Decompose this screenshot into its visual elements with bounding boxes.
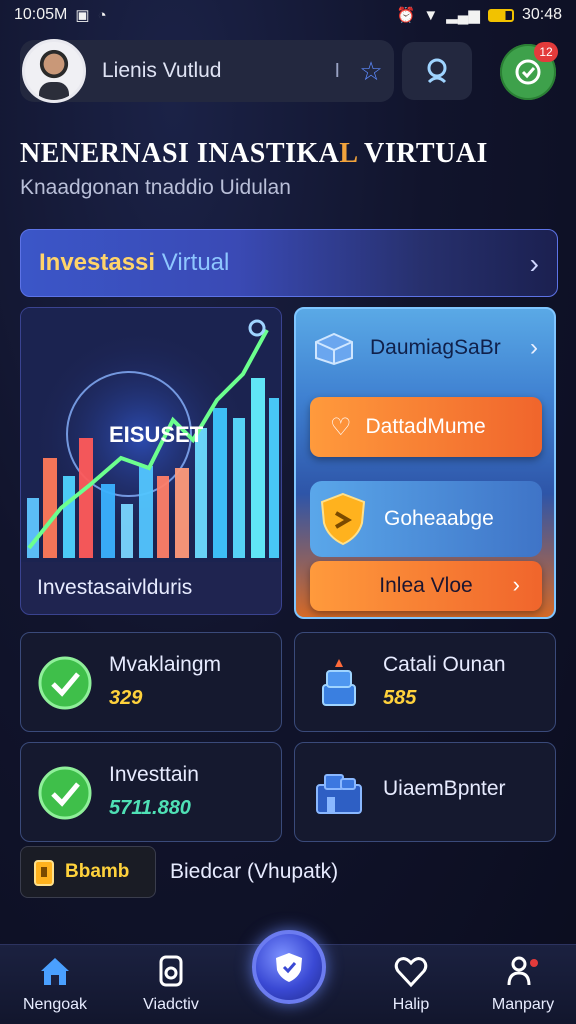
feature-card-label: Investasaivlduris — [37, 576, 193, 599]
page-subtitle: Knaadgonan tnaddio Uidulan — [20, 176, 291, 199]
feature-card[interactable]: EISUSET Investasaivlduris — [20, 307, 282, 615]
stat-value: 5711.880 — [109, 797, 191, 819]
wallet-icon — [34, 860, 54, 886]
package-icon — [315, 332, 353, 366]
page-title-tail: VIRTUAI — [357, 138, 488, 169]
shield-icon — [320, 492, 366, 546]
nav-item-help[interactable]: Halip — [356, 945, 466, 1024]
text-cursor: I — [334, 59, 340, 82]
signal-icon: ▂▄▆ — [446, 7, 480, 24]
side-row-link[interactable]: DaumiagSaBr › — [296, 319, 554, 377]
sync-icon: ◔ — [97, 6, 107, 24]
search-icon — [427, 58, 447, 84]
center-action-button[interactable] — [252, 930, 326, 1004]
heart-icon — [394, 957, 428, 988]
user-name: Lienis Vutlud — [102, 59, 222, 82]
investment-banner[interactable]: Investassi Virtual › — [20, 229, 558, 297]
status-right: ⏰ ▼ ▂▄▆ 30:48 — [397, 6, 562, 24]
people-icon — [507, 956, 538, 986]
stat-card[interactable]: Mvaklaingm 329 — [20, 632, 282, 732]
stat-title: Mvaklaingm — [109, 653, 222, 676]
favorite-button-label: DattadMume — [365, 415, 486, 438]
security-option-label: Goheaabge — [384, 507, 494, 530]
gallery-icon: ▣ — [75, 7, 90, 24]
stat-card[interactable]: Investtain 5711.880 — [20, 742, 282, 842]
search-button[interactable] — [402, 42, 472, 100]
view-more-button[interactable]: Inlea Vloe › — [310, 561, 542, 611]
stat-title: Investtain — [109, 763, 199, 786]
page-title: NENERNASI INASTIKAL VIRTUAI — [20, 138, 488, 170]
nav-item-company[interactable]: Manpary — [468, 945, 576, 1024]
stat-card[interactable]: UiaemBpnter — [294, 742, 556, 842]
banner-label-main: Investassi — [39, 249, 162, 276]
nav-label: Viadctiv — [143, 996, 199, 1013]
security-option[interactable]: Goheaabge — [310, 481, 542, 557]
wallet-chip[interactable]: Bbamb — [20, 846, 156, 898]
chart-illustration: EISUSET — [21, 308, 281, 562]
warehouse-icon — [316, 774, 362, 814]
notification-count: 12 — [534, 42, 558, 62]
banner-label-accent: Virtual — [161, 249, 230, 276]
status-left: 10:05M ▣ ◔ — [14, 6, 107, 24]
banner-label: Investassi Virtual — [39, 249, 229, 277]
chevron-right-icon: › — [512, 572, 520, 597]
battery-icon — [487, 8, 514, 22]
bottom-link[interactable]: Biedcar (Vhupatk) — [170, 860, 338, 884]
favorite-button[interactable]: ♡ DattadMume — [310, 397, 542, 457]
stack-boxes-icon — [322, 659, 356, 706]
star-icon[interactable]: ☆ — [348, 56, 394, 87]
nav-label: Nengoak — [22, 996, 88, 1013]
shield-icon — [276, 953, 302, 982]
nav-label: Halip — [392, 996, 430, 1013]
heart-icon: ♡ — [330, 413, 352, 441]
stat-title: UiaemBpnter — [383, 777, 506, 800]
shield-check-icon — [515, 59, 541, 85]
stat-value: 585 — [383, 687, 417, 709]
check-badge-icon — [38, 766, 92, 820]
status-bar: 10:05M ▣ ◔ ⏰ ▼ ▂▄▆ 30:48 — [0, 0, 576, 30]
avatar[interactable] — [22, 39, 86, 103]
side-row-label: DaumiagSaBr — [370, 336, 501, 359]
nav-item-device[interactable]: Viadctiv — [116, 945, 226, 1024]
status-time-left: 10:05M — [14, 6, 68, 23]
shield-badge-button[interactable]: 12 — [500, 42, 558, 100]
chevron-right-icon: › — [529, 248, 539, 279]
alarm-icon: ⏰ — [396, 7, 416, 24]
nav-label: Manpary — [491, 996, 555, 1013]
home-icon — [41, 958, 69, 985]
stat-title: Catali Ounan — [383, 653, 506, 676]
status-time-right: 30:48 — [521, 6, 562, 23]
wifi-icon: ▼ — [423, 6, 439, 24]
chevron-right-icon: › — [530, 334, 538, 361]
chart-art-label: EISUSET — [109, 422, 204, 447]
stat-value: 329 — [109, 687, 143, 709]
wallet-chip-label: Bbamb — [65, 861, 130, 882]
nav-item-home[interactable]: Nengoak — [0, 945, 110, 1024]
device-icon — [159, 955, 183, 987]
stat-card[interactable]: Catali Ounan 585 — [294, 632, 556, 732]
page-title-accent: L — [339, 138, 358, 169]
side-panel: DaumiagSaBr › ♡ DattadMume Goheaabge Inl… — [294, 307, 556, 619]
check-badge-icon — [38, 656, 92, 710]
view-more-label: Inlea Vloe — [379, 574, 473, 597]
page-title-main: NENERNASI INASTIKA — [20, 138, 340, 169]
profile-header[interactable]: Lienis Vutlud I ☆ — [20, 39, 394, 103]
